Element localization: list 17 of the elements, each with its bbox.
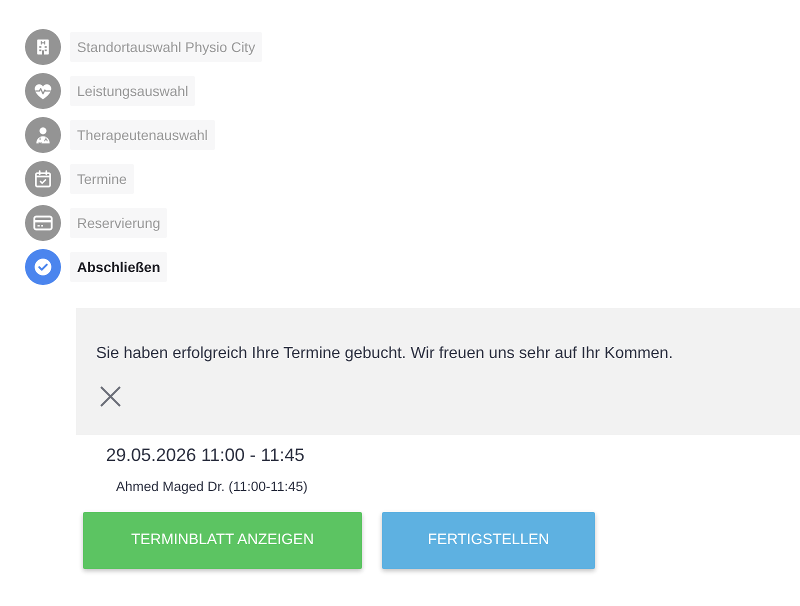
step-tab[interactable]: Standortauswahl Physio City [70,32,262,62]
appointment-datetime: 29.05.2026 11:00 - 11:45 [106,444,305,466]
step-tab[interactable]: Abschließen [70,252,168,282]
calendar-check-icon [25,161,61,197]
heart-pulse-icon [25,73,61,109]
doctor-icon [25,117,61,153]
step-tab[interactable]: Termine [70,164,134,194]
finish-button[interactable]: FERTIGSTELLEN [382,512,595,569]
credit-card-icon [25,205,61,241]
step-tab[interactable]: Reservierung [70,208,168,238]
alert-message: Sie haben erfolgreich Ihre Termine gebucht. Wir freuen uns sehr auf Ihr Kommen. [96,344,673,364]
step-tab[interactable]: Leistungsauswahl [70,76,196,106]
show-sheet-button[interactable]: TERMINBLATT ANZEIGEN [83,512,362,569]
close-icon[interactable] [100,386,121,407]
hospital-building-icon [25,29,61,65]
step-tab[interactable]: Therapeutenauswahl [70,120,215,150]
therapist-time: Ahmed Maged Dr. (11:00-11:45) [116,479,308,495]
